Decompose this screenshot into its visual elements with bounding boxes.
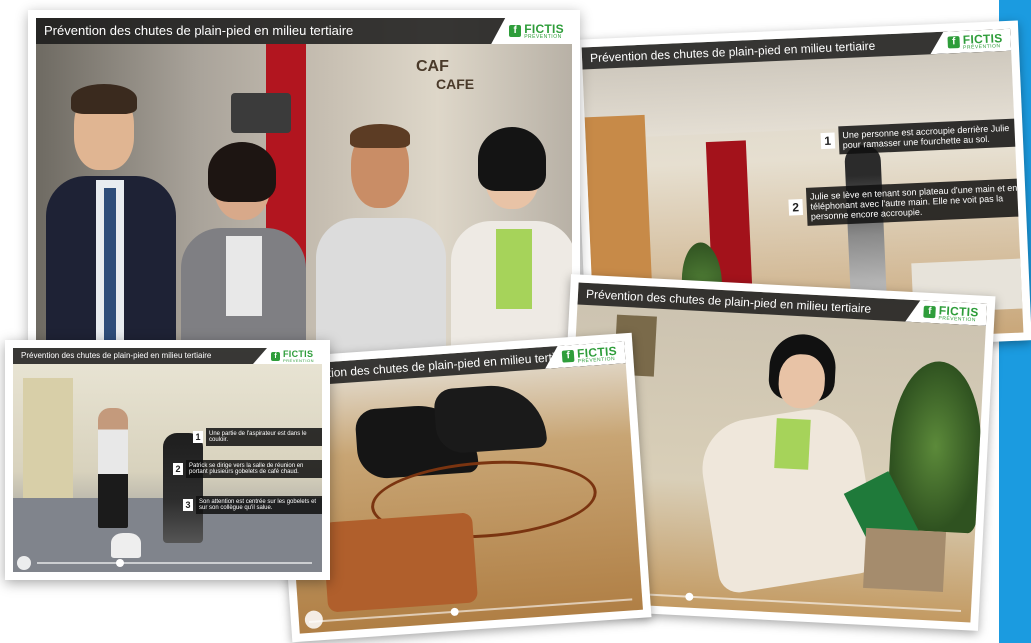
callout-2: 2 Julie se lève en tenant son plateau d'… xyxy=(788,178,1024,226)
callout-number: 2 xyxy=(173,463,183,475)
play-button[interactable] xyxy=(17,556,31,570)
cafe-sign: CAF CAFE xyxy=(416,58,486,118)
callout-text: Julie se lève en tenant son plateau d'un… xyxy=(805,178,1024,226)
hair xyxy=(208,142,276,202)
callout-number: 3 xyxy=(183,499,193,511)
high-heel-shoe xyxy=(433,382,548,455)
green-top xyxy=(496,229,532,309)
lamp xyxy=(231,93,291,133)
slide-title: Prévention des chutes de plain-pied en m… xyxy=(21,351,212,360)
progress-knob[interactable] xyxy=(115,559,124,567)
callout-number: 1 xyxy=(193,431,203,443)
man-in-suit xyxy=(46,84,176,364)
top xyxy=(226,236,262,316)
hair xyxy=(478,127,546,191)
cafe-sign-text: CAF xyxy=(416,58,449,75)
fictis-logo-icon: f xyxy=(562,350,575,363)
head xyxy=(777,353,827,410)
logo-sub: PRÉVENTION xyxy=(577,355,616,365)
slide-title: Prévention des chutes de plain-pied en m… xyxy=(289,348,576,383)
progress-bar[interactable] xyxy=(37,559,312,567)
callout-text: Une partie de l'aspirateur est dans le c… xyxy=(206,428,322,446)
handbag xyxy=(322,512,479,613)
callout-number: 2 xyxy=(788,199,803,216)
fictis-logo-icon: f xyxy=(948,36,961,49)
logo-sub: PRÉVENTION xyxy=(962,42,1001,51)
slide-title: Prévention des chutes de plain-pied en m… xyxy=(44,23,354,38)
woman-grey-jacket xyxy=(176,142,306,364)
slide-title-bar: Prévention des chutes de plain-pied en m… xyxy=(36,18,572,44)
logo-sub: PRÉVENTION xyxy=(524,33,562,40)
box xyxy=(863,527,947,593)
logo-sub: PRÉVENTION xyxy=(282,357,314,363)
slide-title: Prévention des chutes de plain-pied en m… xyxy=(585,286,872,316)
callout-3: 3 Son attention est centrée sur les gobe… xyxy=(183,496,322,514)
logo-sub: PRÉVENTION xyxy=(938,314,977,323)
person-wheelchair xyxy=(163,433,203,543)
fictis-logo: f FICTIS PRÉVENTION xyxy=(491,18,572,44)
woman-white-jacket xyxy=(446,127,572,364)
slide-corridor: Prévention des chutes de plain-pied en m… xyxy=(5,340,330,580)
fictis-logo-icon: f xyxy=(509,25,522,37)
cafe-sign-text-2: CAFE xyxy=(436,76,475,92)
shirt xyxy=(316,218,446,364)
tie xyxy=(104,188,116,364)
fictis-logo-icon: f xyxy=(270,351,280,361)
vacuum-cleaner xyxy=(111,533,141,558)
fictis-logo-icon: f xyxy=(923,306,936,319)
callout-1: 1 Une partie de l'aspirateur est dans le… xyxy=(193,428,322,446)
green-top xyxy=(774,418,811,470)
progress-knob[interactable] xyxy=(684,592,694,601)
play-button[interactable] xyxy=(304,610,324,630)
hair xyxy=(71,84,137,114)
hair xyxy=(350,124,410,148)
man-white-shirt xyxy=(316,124,446,364)
progress-knob[interactable] xyxy=(450,607,459,617)
callout-2: 2 Patrick se dirige vers la salle de réu… xyxy=(173,460,322,478)
man-white-shirt xyxy=(98,408,128,528)
callout-number: 1 xyxy=(820,132,835,150)
callout-text: Son attention est centrée sur les gobele… xyxy=(196,496,322,514)
slide-characters: Prévention des chutes de plain-pied en m… xyxy=(28,10,580,372)
callout-text: Patrick se dirige vers la salle de réuni… xyxy=(186,460,322,478)
logo-name: FICTIS xyxy=(524,21,564,36)
